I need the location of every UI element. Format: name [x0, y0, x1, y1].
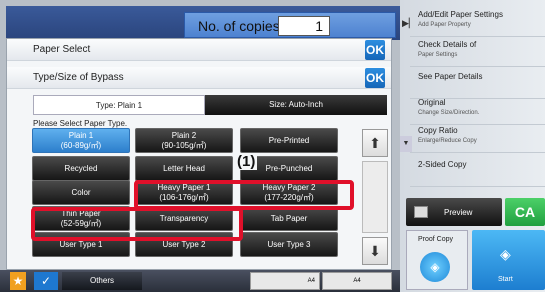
highlight-thin-transparency	[31, 207, 243, 241]
right-menu-item[interactable]: Add/Edit Paper Settings Add Paper Propert…	[418, 10, 503, 30]
check-icon[interactable]: ✓	[34, 272, 58, 290]
start-icon: ◈	[500, 246, 511, 262]
scrollbar-track[interactable]	[362, 161, 388, 233]
paper-button-label: Recycled	[64, 163, 98, 173]
right-menu-separator	[410, 152, 545, 153]
right-menu-item[interactable]: See Paper Details	[418, 72, 482, 82]
copies-label: No. of copies	[198, 18, 280, 34]
scroll-up-icon[interactable]: ⬆	[362, 129, 388, 157]
expand-arrow-icon[interactable]: ▶▏	[402, 18, 416, 29]
paper-plain-2-button[interactable]: Plain 2 (90-105g/㎡)	[135, 128, 233, 153]
paper-button-label: Pre-Printed	[268, 135, 310, 145]
scroll-down-icon[interactable]: ⬇	[362, 237, 388, 265]
right-menu-item-sub: Change Size/Direction.	[418, 110, 480, 116]
tab-bar: Type: Plain 1 Size: Auto-Inch	[7, 95, 391, 115]
paper-user-type-3-button[interactable]: User Type 3	[240, 232, 338, 257]
right-menu-separator	[410, 66, 545, 67]
paper-letter-head-button[interactable]: Letter Head	[135, 156, 233, 181]
tray-a4-1[interactable]: A4	[250, 272, 320, 290]
paper-plain-1-button[interactable]: Plain 1 (60-89g/㎡)	[32, 128, 130, 153]
paper-color-button[interactable]: Color	[32, 180, 130, 205]
highlight-heavy-paper	[134, 180, 354, 210]
paper-button-label: Color	[71, 187, 91, 197]
instruction-text: Please Select Paper Type.	[33, 119, 128, 128]
right-menu-item[interactable]: Copy Ratio Enlarge/Reduce Copy	[418, 126, 477, 146]
right-menu-item[interactable]: 2-Sided Copy	[418, 160, 466, 170]
right-menu-item[interactable]: Original Change Size/Direction.	[418, 98, 479, 118]
others-button[interactable]: Others	[62, 272, 142, 290]
preview-icon	[414, 206, 428, 218]
paper-button-weight: (60-89g/㎡)	[60, 140, 102, 150]
right-menu-item-sub: Enlarge/Reduce Copy	[418, 138, 477, 144]
tab-type[interactable]: Type: Plain 1	[33, 95, 205, 115]
paper-pre-printed-button[interactable]: Pre-Printed	[240, 128, 338, 153]
right-menu-item[interactable]: Check Details of Paper Settings	[418, 40, 476, 60]
right-menu-separator	[410, 124, 545, 125]
paper-button-label: Letter Head	[163, 163, 205, 173]
preview-label: Preview	[444, 208, 473, 217]
clear-all-button[interactable]: CA	[505, 198, 545, 226]
right-menu-item-label: Add/Edit Paper Settings	[418, 10, 503, 19]
tab-size[interactable]: Size: Auto-Inch	[205, 95, 387, 115]
start-label: Start	[498, 276, 513, 283]
paper-button-label: Plain 2	[171, 130, 197, 140]
paper-button-label: Tab Paper	[270, 213, 308, 223]
copier-screen: No. of copies 1 Paper Select OK Type/Siz…	[0, 0, 545, 292]
right-menu-item-label: Original	[418, 98, 446, 107]
right-menu-item-label: Copy Ratio	[418, 126, 458, 135]
paper-button-label: User Type 3	[267, 239, 311, 249]
ok-button-1[interactable]: OK	[365, 40, 385, 60]
paper-button-weight: (90-105g/㎡)	[161, 140, 207, 150]
tray-a4-2[interactable]: A4	[322, 272, 392, 290]
paper-button-label: User Type 1	[59, 239, 103, 249]
type-size-title: Type/Size of Bypass	[33, 72, 124, 83]
callout-label: (1)	[235, 153, 258, 170]
right-menu-item-label: Check Details of	[418, 40, 477, 49]
proof-copy-button[interactable]: ◈	[420, 252, 450, 282]
collapse-arrow-icon[interactable]: ▼	[400, 136, 412, 152]
paper-select-header: Paper Select OK	[7, 39, 391, 61]
paper-button-label: Plain 1	[68, 130, 94, 140]
right-menu-item-sub: Add Paper Property	[418, 22, 471, 28]
copies-input[interactable]: 1	[278, 16, 330, 36]
right-menu-item-label: See Paper Details	[418, 72, 483, 81]
proof-copy-label: Proof Copy	[418, 236, 454, 243]
right-menu-separator	[410, 36, 545, 37]
right-menu-item-label: 2-Sided Copy	[418, 160, 467, 169]
right-menu-item-sub: Paper Settings	[418, 52, 458, 58]
paper-button-label: User Type 2	[162, 239, 206, 249]
right-menu-separator	[410, 186, 545, 187]
paper-select-title: Paper Select	[33, 44, 91, 55]
type-size-header: Type/Size of Bypass OK	[7, 67, 391, 89]
star-icon[interactable]: ★	[10, 272, 26, 290]
paper-recycled-button[interactable]: Recycled	[32, 156, 130, 181]
ok-button-2[interactable]: OK	[365, 68, 385, 88]
paper-select-dialog: Paper Select OK Type/Size of Bypass OK T…	[6, 38, 392, 270]
